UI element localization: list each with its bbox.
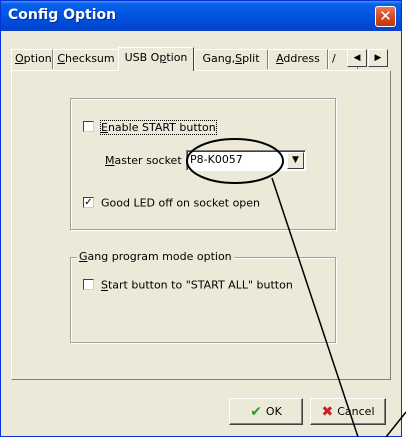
arrow-right-icon: ▶ [374,53,382,63]
tab-usb-option[interactable]: USB Option [118,47,194,71]
config-option-dialog: Config Option ✕ Option Checksum USB Opti… [0,0,402,437]
tab-scroll-left-button[interactable]: ◀ [347,49,367,67]
good-led-checkbox[interactable]: ✓ [83,196,94,208]
tab-option[interactable]: Option [11,49,53,69]
start-all-label: Start button to "START ALL" button [101,279,293,292]
enable-start-row[interactable]: Enable START button [83,119,217,135]
window-title: Config Option [8,7,117,23]
start-all-row[interactable]: Start button to "START ALL" button [83,278,293,292]
tab-scroll-right-button[interactable]: ▶ [368,49,388,67]
tab-truncated-label: / [332,52,336,65]
start-all-checkbox[interactable] [83,278,94,290]
tab-gang-split-label: plit [242,52,260,65]
good-led-row[interactable]: ✓ Good LED off on socket open [83,196,260,210]
gang-group-mnemonic: G [79,250,88,263]
master-socket-select[interactable]: P8-K0057 ▼ [186,150,306,171]
tab-scroll-arrows: ◀ ▶ [347,49,389,67]
checkmark-icon: ✔ [250,404,262,420]
tab-checksum-label: hecksum [65,52,115,65]
gang-group-title-text: ang program mode option [87,250,232,263]
tab-gang-split-prefix: Gang, [202,52,236,65]
master-socket-label: Master socket [105,154,182,167]
tab-gang-split[interactable]: Gang,Split [194,49,268,69]
close-button[interactable]: ✕ [375,6,396,27]
tab-checksum-mnemonic: C [57,52,66,65]
ok-label: OK [265,405,282,418]
master-socket-text: aster socket [114,154,182,167]
master-socket-value: P8-K0057 [190,153,243,166]
start-all-text: tart button to "START ALL" button [107,278,293,292]
tab-strip: Option Checksum USB Option Gang,Split Ad… [11,47,391,71]
tab-checksum[interactable]: Checksum [53,49,119,69]
master-socket-mnemonic: M [105,154,115,167]
chevron-down-icon: ▼ [292,155,299,165]
tab-address[interactable]: Address [268,49,328,69]
tab-usb-option-prefix: USB O [124,51,160,64]
tab-option-label: ption [23,52,52,65]
close-icon: ✕ [379,7,392,25]
arrow-left-icon: ◀ [353,53,361,63]
screenshot-root: Config Option ✕ Option Checksum USB Opti… [0,0,406,437]
good-led-label: Good LED off on socket open [101,196,261,210]
tab-option-mnemonic: O [15,52,24,65]
cancel-label: Cancel [337,405,375,418]
enable-start-checkbox[interactable] [83,120,94,132]
cancel-button[interactable]: ✖ Cancel [310,398,386,425]
gang-program-group [70,257,336,343]
start-all-mnemonic: S [101,278,108,292]
cross-icon: ✖ [321,404,334,420]
master-socket-dropdown-button[interactable]: ▼ [287,152,304,169]
title-bar[interactable]: Config Option ✕ [1,1,401,31]
tab-address-label: ddress [283,52,320,65]
gang-program-group-title: Gang program mode option [77,250,234,263]
ok-button[interactable]: ✔ OK [229,398,303,425]
enable-start-label: Enable START button [100,119,217,135]
enable-start-text: nable START button [107,120,216,134]
enable-start-mnemonic: E [101,120,108,134]
checkmark-icon: ✓ [84,196,93,208]
tab-usb-option-label: tion [166,51,188,64]
